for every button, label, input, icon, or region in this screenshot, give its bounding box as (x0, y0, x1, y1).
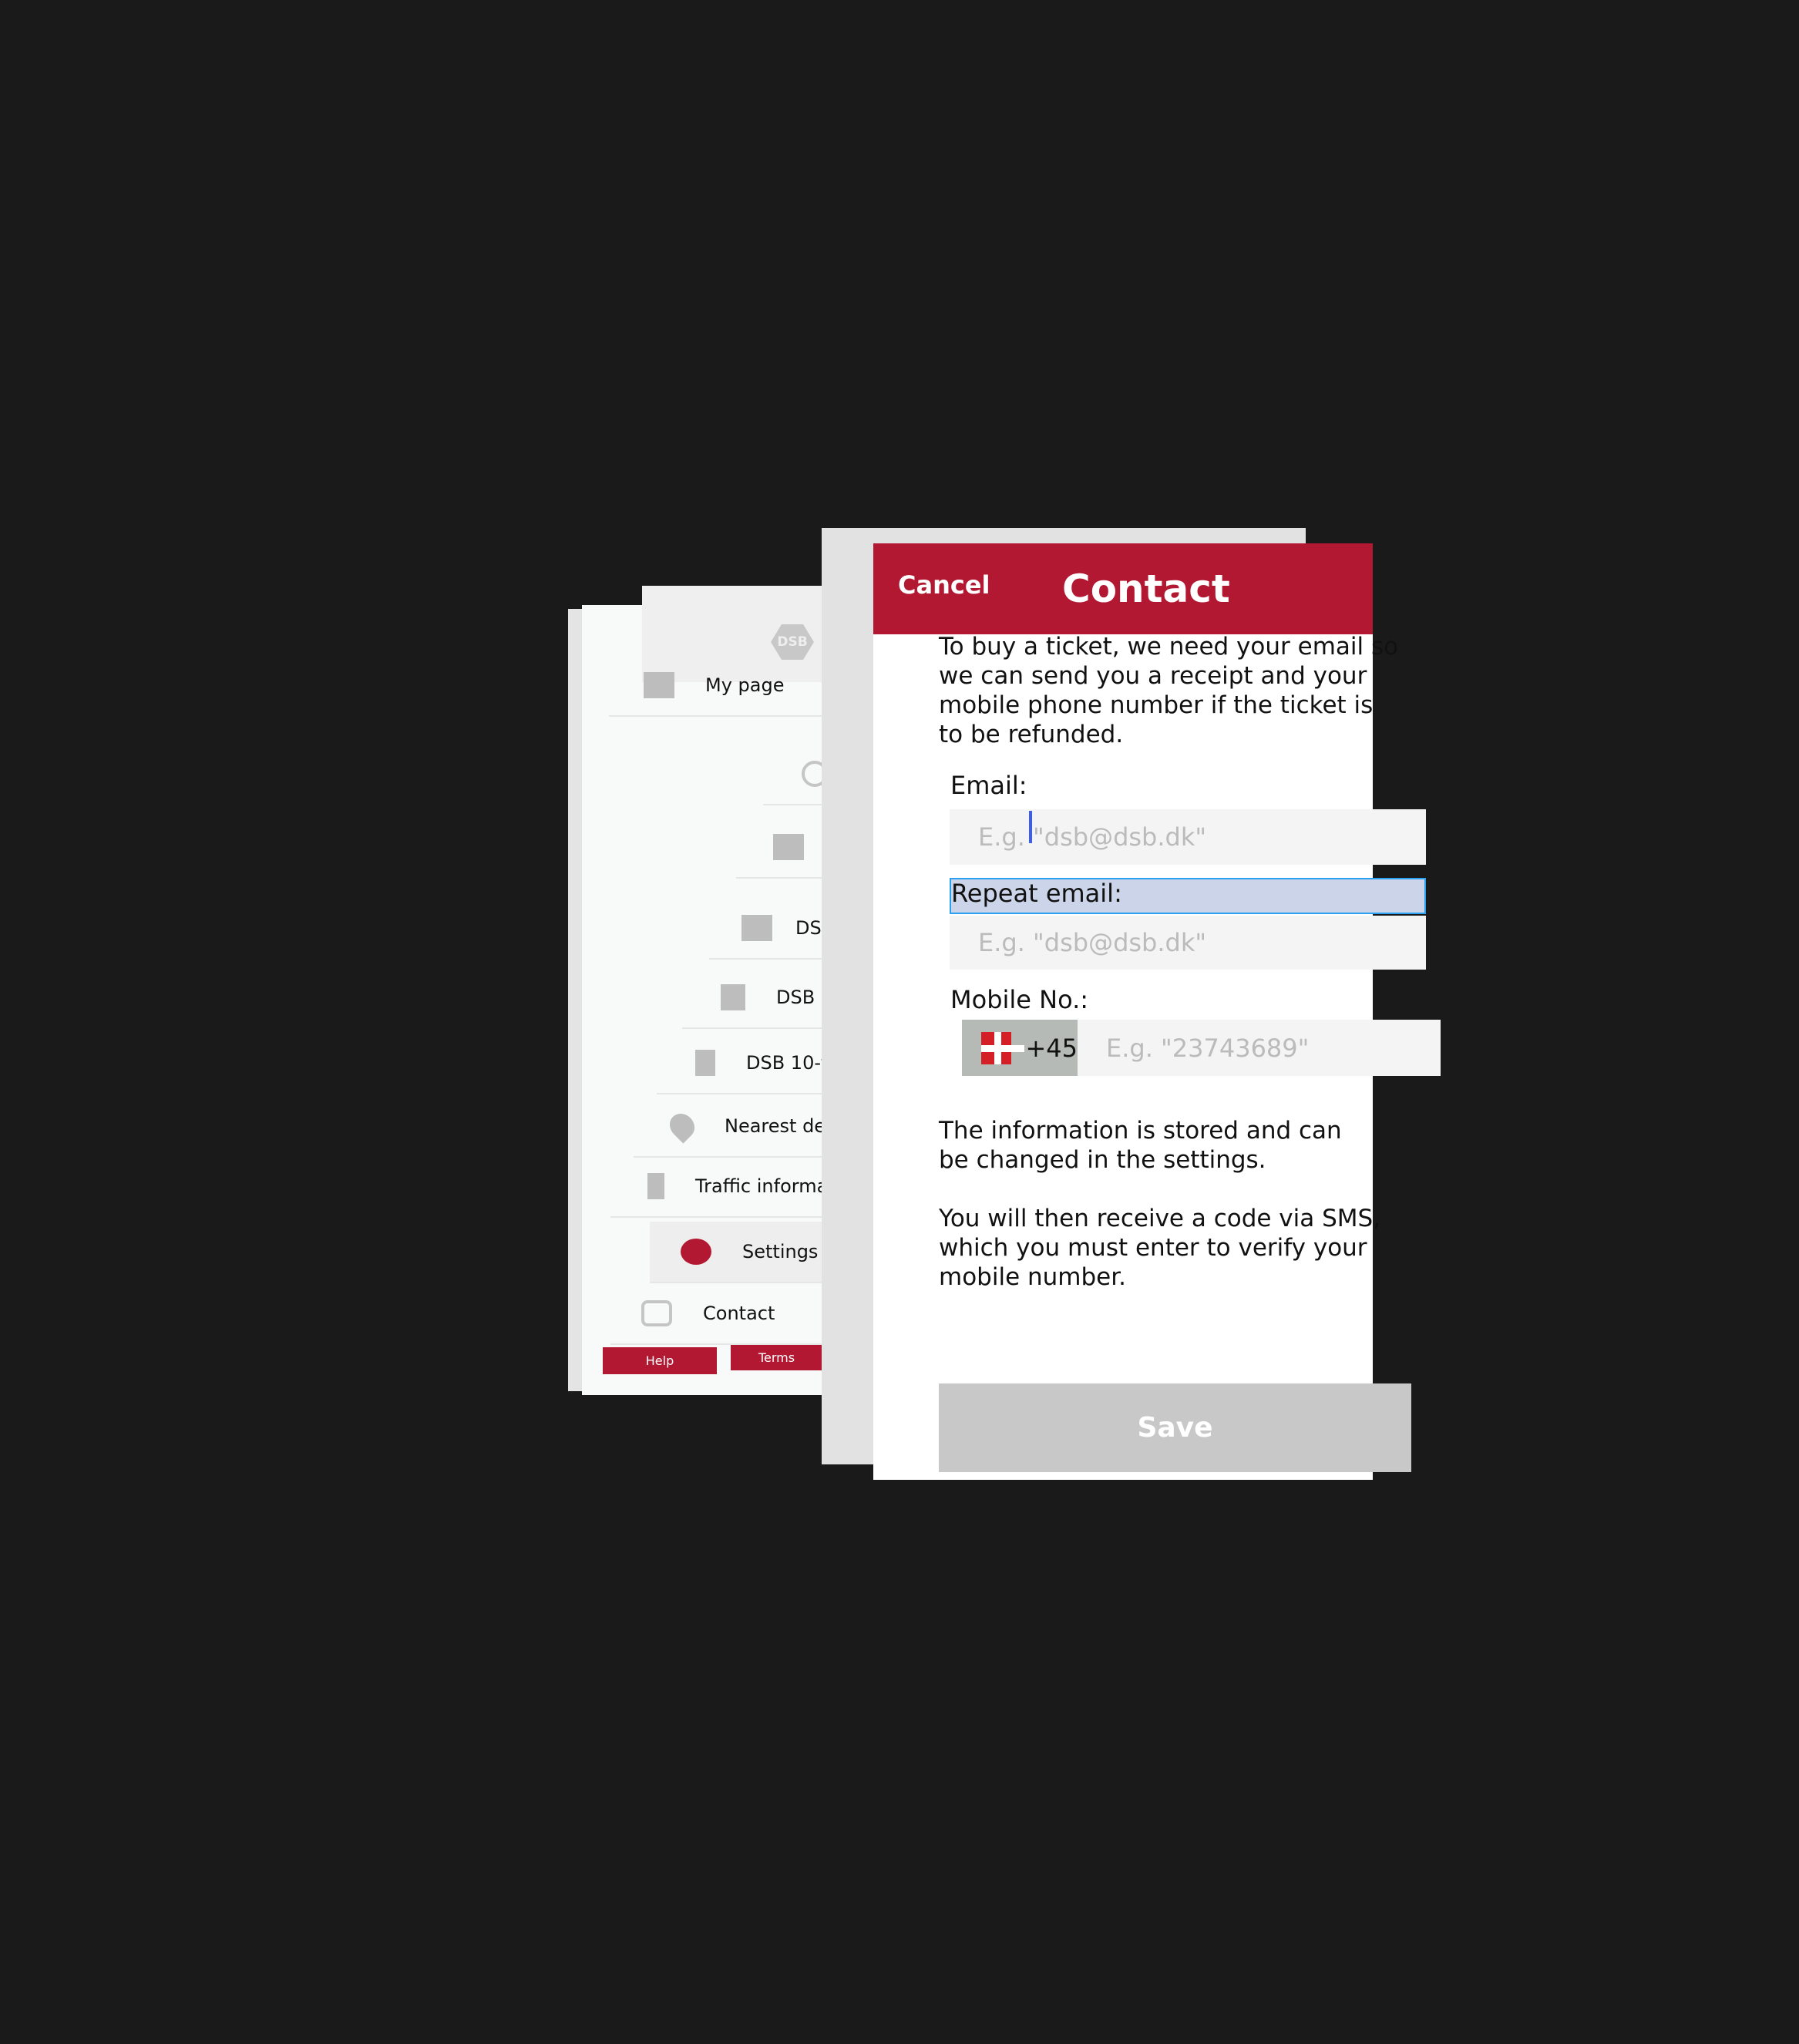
country-code-selector[interactable]: +45 (962, 1020, 1078, 1076)
document-icon (721, 984, 745, 1010)
mobile-label: Mobile No.: (950, 985, 1089, 1014)
email-input[interactable]: E.g. "dsb@dsb.dk" (950, 809, 1426, 865)
menu-item-settings[interactable]: Settings (650, 1222, 822, 1283)
location-pin-icon (664, 1108, 700, 1144)
denmark-flag-icon (981, 1031, 1025, 1064)
gears-icon (681, 1239, 711, 1265)
save-button[interactable]: Save (939, 1383, 1411, 1472)
tickets-icon (773, 834, 804, 860)
repeat-email-input[interactable]: E.g. "dsb@dsb.dk" (950, 916, 1426, 970)
menu-item-label: Nearest dep (725, 1115, 822, 1137)
cancel-button[interactable]: Cancel (898, 570, 990, 600)
panel-edge (568, 609, 583, 1391)
menu-item-label: Traffic informat (695, 1175, 822, 1197)
menu-item-label: Settings (742, 1241, 819, 1262)
menu-item-my-page[interactable]: My page (609, 655, 822, 717)
page-title: Contact (1062, 566, 1230, 611)
sms-info-text: You will then receive a code via SMS, wh… (939, 1205, 1381, 1291)
menu-item-label: My page (705, 674, 785, 696)
menu-item-nearest-departures[interactable]: Nearest dep (634, 1096, 822, 1158)
menu-item-dsb-c[interactable]: DSB C (682, 967, 822, 1029)
repeat-email-label: Repeat email: (951, 879, 1122, 908)
menu-item-label: DSB C (776, 987, 822, 1008)
email-label: Email: (950, 771, 1027, 800)
menu-item-tickets[interactable] (736, 817, 822, 879)
help-button[interactable]: Help (603, 1347, 717, 1374)
mobile-input[interactable]: E.g. "23743689" (1078, 1020, 1441, 1076)
text-cursor (1029, 811, 1032, 843)
person-icon (644, 672, 674, 698)
search-icon (802, 761, 822, 787)
terms-button[interactable]: Terms (731, 1345, 822, 1370)
card-icon (741, 915, 772, 941)
menu-item-label: Contact (703, 1303, 775, 1324)
speech-bubble-icon (641, 1300, 672, 1326)
menu-item-card[interactable]: DS (709, 898, 822, 960)
menu-item-10-trip[interactable]: DSB 10-t (657, 1033, 822, 1094)
menu-item-traffic-information[interactable]: Traffic informat (610, 1156, 822, 1218)
menu-item-label: DS (795, 917, 822, 939)
intro-text: To buy a ticket, we need your email so w… (939, 633, 1399, 748)
menu-item-search[interactable] (763, 744, 822, 805)
menu-item-contact[interactable]: Contact (610, 1283, 822, 1345)
country-code: +45 (1025, 1033, 1078, 1063)
clip-card-icon (695, 1050, 715, 1076)
storage-info-text: The information is stored and can be cha… (939, 1117, 1342, 1174)
info-icon (647, 1173, 664, 1199)
menu-item-label: DSB 10-t (746, 1052, 822, 1074)
